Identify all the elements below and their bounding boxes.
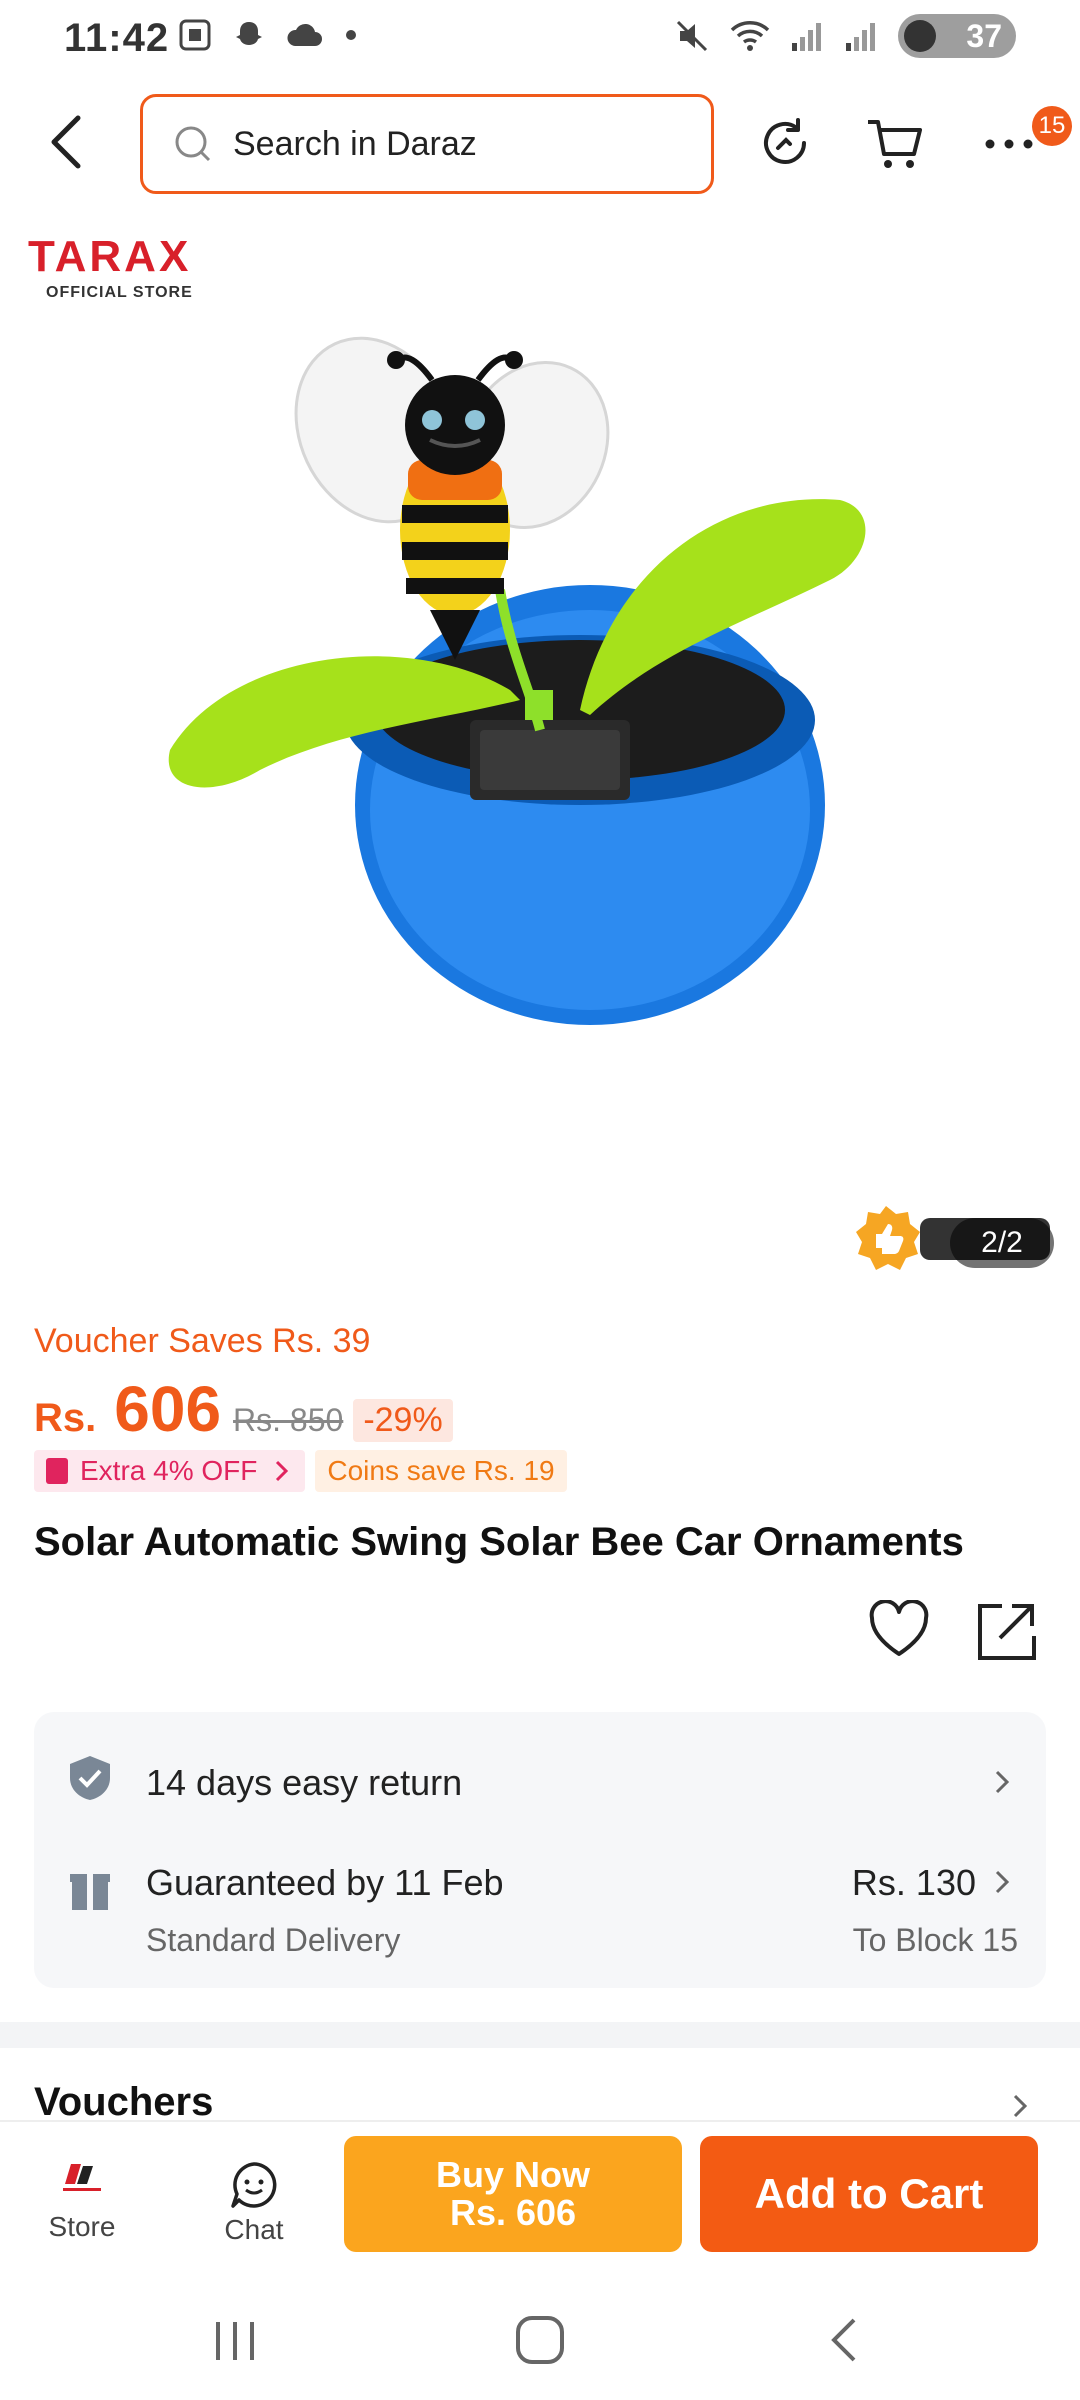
voucher-saves-text[interactable]: Voucher Saves Rs. 39 [34, 1322, 370, 1361]
battery-icon: 37 [898, 14, 1016, 58]
delivery-guarantee-text: Guaranteed by 11 Feb [146, 1862, 504, 1903]
chat-button[interactable]: Chat [206, 2160, 302, 2246]
history-icon[interactable] [754, 112, 816, 174]
original-price: Rs. 850 [233, 1402, 344, 1438]
status-left-icons [178, 18, 358, 52]
service-card: 14 days easy return Guaranteed by 11 Feb… [34, 1712, 1046, 1988]
top-navigation: Search in Daraz 15 [0, 88, 1080, 198]
delivery-location: To Block 15 [852, 1922, 1018, 1958]
signal-icon [792, 23, 821, 51]
signal-icon [846, 23, 875, 51]
battery-saver-icon [904, 20, 936, 52]
chevron-right-icon [995, 1770, 1010, 1794]
product-image[interactable] [140, 330, 940, 1110]
store-logo-name: TARAX [28, 232, 192, 281]
delivery-row[interactable]: Guaranteed by 11 Feb Standard Delivery R… [34, 1852, 1046, 1972]
mute-icon [676, 20, 708, 52]
coins-save-chip[interactable]: Coins save Rs. 19 [315, 1450, 567, 1492]
price-row: Rs. 606 Rs. 850 -29% [34, 1372, 453, 1446]
price-value: 606 [114, 1373, 222, 1445]
status-right-icons: 37 [674, 14, 1016, 58]
delivery-price: Rs. 130 [851, 1862, 976, 1903]
bottom-action-bar: Store Chat Buy Now Rs. 606 Add to Cart [0, 2120, 1080, 2280]
store-logo[interactable]: TARAX OFFICIAL STORE [28, 232, 193, 302]
product-title: Solar Automatic Swing Solar Bee Car Orna… [34, 1520, 964, 1564]
buy-now-label: Buy Now [435, 2154, 590, 2195]
return-policy-row[interactable]: 14 days easy return [34, 1742, 1046, 1822]
cloud-icon [287, 23, 322, 46]
price-currency: Rs. [34, 1396, 97, 1440]
extra-off-chip[interactable]: Extra 4% OFF [34, 1450, 306, 1492]
search-placeholder: Search in Daraz [233, 124, 477, 163]
chevron-right-icon [276, 1460, 289, 1482]
wifi-icon [730, 21, 770, 51]
chat-label: Chat [224, 2214, 284, 2245]
image-counter: 2/2 [950, 1218, 1054, 1268]
system-back-icon[interactable] [820, 2310, 870, 2370]
more-options-icon[interactable] [978, 112, 1040, 174]
battery-level: 37 [966, 17, 1002, 54]
recent-apps-icon[interactable] [210, 2310, 260, 2370]
chevron-right-icon [995, 1870, 1010, 1894]
vouchers-section-title[interactable]: Vouchers [34, 2080, 213, 2125]
store-logo-subtitle: OFFICIAL STORE [46, 284, 193, 301]
extra-off-label: Extra 4% OFF [80, 1455, 258, 1486]
status-bar: 11:42 37 [0, 0, 1080, 80]
screenshot-icon [179, 19, 211, 51]
section-divider [0, 2022, 1080, 2048]
coins-save-label: Coins save Rs. 19 [327, 1455, 555, 1486]
store-icon [63, 2164, 101, 2191]
system-navigation-bar [0, 2280, 1080, 2400]
chevron-right-icon[interactable] [1010, 2092, 1030, 2120]
shield-check-icon [70, 1756, 110, 1800]
store-label: Store [48, 2211, 116, 2242]
back-arrow-icon[interactable] [40, 110, 100, 174]
add-to-cart-button[interactable]: Add to Cart [700, 2136, 1038, 2252]
buy-now-button[interactable]: Buy Now Rs. 606 [344, 2136, 682, 2252]
share-icon[interactable] [976, 1600, 1038, 1662]
buy-now-price: Rs. 606 [449, 2192, 577, 2233]
snapchat-icon [236, 22, 262, 45]
status-time: 11:42 [64, 16, 170, 60]
search-input[interactable]: Search in Daraz [140, 94, 714, 194]
store-button[interactable]: Store [34, 2160, 130, 2243]
home-icon[interactable] [510, 2310, 570, 2370]
notification-badge: 15 [1032, 106, 1072, 146]
dot-icon [346, 30, 356, 40]
return-policy-text: 14 days easy return [146, 1762, 463, 1803]
chat-icon [231, 2162, 277, 2208]
discount-badge: -29% [353, 1399, 453, 1442]
package-icon [70, 1874, 110, 1910]
search-icon [175, 126, 211, 162]
promo-row: Extra 4% OFF Coins save Rs. 19 [34, 1450, 567, 1492]
voucher-tag-icon [46, 1458, 68, 1484]
cart-icon[interactable] [864, 112, 926, 174]
delivery-type-text: Standard Delivery [146, 1922, 401, 1958]
heart-icon[interactable] [868, 1600, 930, 1660]
